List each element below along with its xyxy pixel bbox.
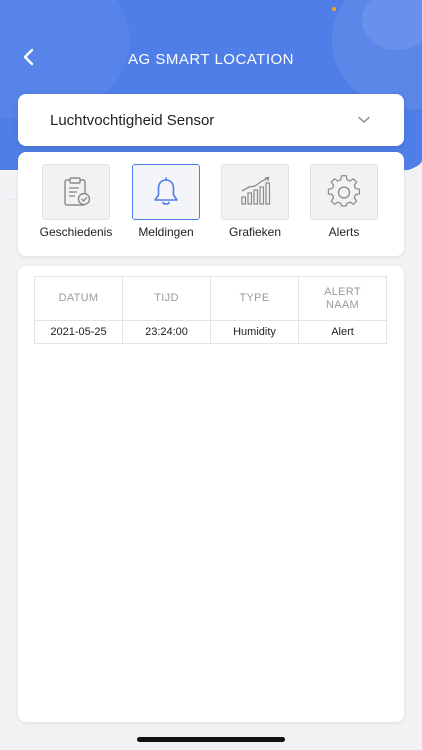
column-header-datum: DATUM bbox=[34, 276, 123, 321]
column-header-type: TYPE bbox=[210, 276, 299, 321]
tab-geschiedenis-tile bbox=[42, 164, 110, 220]
gear-icon bbox=[327, 175, 361, 207]
bar-chart-icon bbox=[241, 176, 271, 205]
notifications-panel: DATUM TIJD TYPE ALERT NAAM 2021-05-25 23… bbox=[18, 266, 404, 722]
tab-grafieken-label: Grafieken bbox=[228, 225, 282, 239]
tabs-panel: Geschiedenis Meldingen Grafieken Alerts bbox=[18, 152, 404, 256]
sensor-select-value: Luchtvochtigheid Sensor bbox=[50, 111, 215, 129]
tab-meldingen-tile bbox=[132, 164, 200, 220]
table-header-row: DATUM TIJD TYPE ALERT NAAM bbox=[34, 276, 387, 321]
tab-geschiedenis[interactable]: Geschiedenis bbox=[28, 164, 116, 250]
cell-datum: 2021-05-25 bbox=[34, 320, 123, 344]
tab-grafieken[interactable]: Grafieken bbox=[207, 164, 295, 250]
notifications-table: DATUM TIJD TYPE ALERT NAAM 2021-05-25 23… bbox=[34, 276, 387, 344]
table-row[interactable]: 2021-05-25 23:24:00 Humidity Alert bbox=[34, 320, 387, 344]
cell-alert-naam: Alert bbox=[298, 320, 387, 344]
status-indicator-dot bbox=[332, 7, 336, 11]
column-header-alert-naam: ALERT NAAM bbox=[298, 276, 387, 321]
cell-tijd: 23:24:00 bbox=[122, 320, 211, 344]
clipboard-check-icon bbox=[64, 177, 91, 206]
page-title: AG SMART LOCATION bbox=[127, 51, 295, 68]
column-header-tijd: TIJD bbox=[122, 276, 211, 321]
tab-grafieken-tile bbox=[221, 164, 289, 220]
bell-icon bbox=[154, 177, 178, 205]
tab-alerts[interactable]: Alerts bbox=[296, 164, 384, 250]
home-indicator[interactable] bbox=[137, 737, 285, 742]
tab-alerts-tile bbox=[310, 164, 378, 220]
cell-type: Humidity bbox=[210, 320, 299, 344]
tab-meldingen[interactable]: Meldingen bbox=[118, 164, 206, 250]
chevron-down-icon bbox=[358, 116, 370, 123]
tab-geschiedenis-label: Geschiedenis bbox=[39, 225, 113, 239]
sensor-select[interactable]: Luchtvochtigheid Sensor bbox=[18, 94, 404, 146]
tab-alerts-label: Alerts bbox=[328, 225, 360, 239]
tab-meldingen-label: Meldingen bbox=[138, 225, 194, 239]
